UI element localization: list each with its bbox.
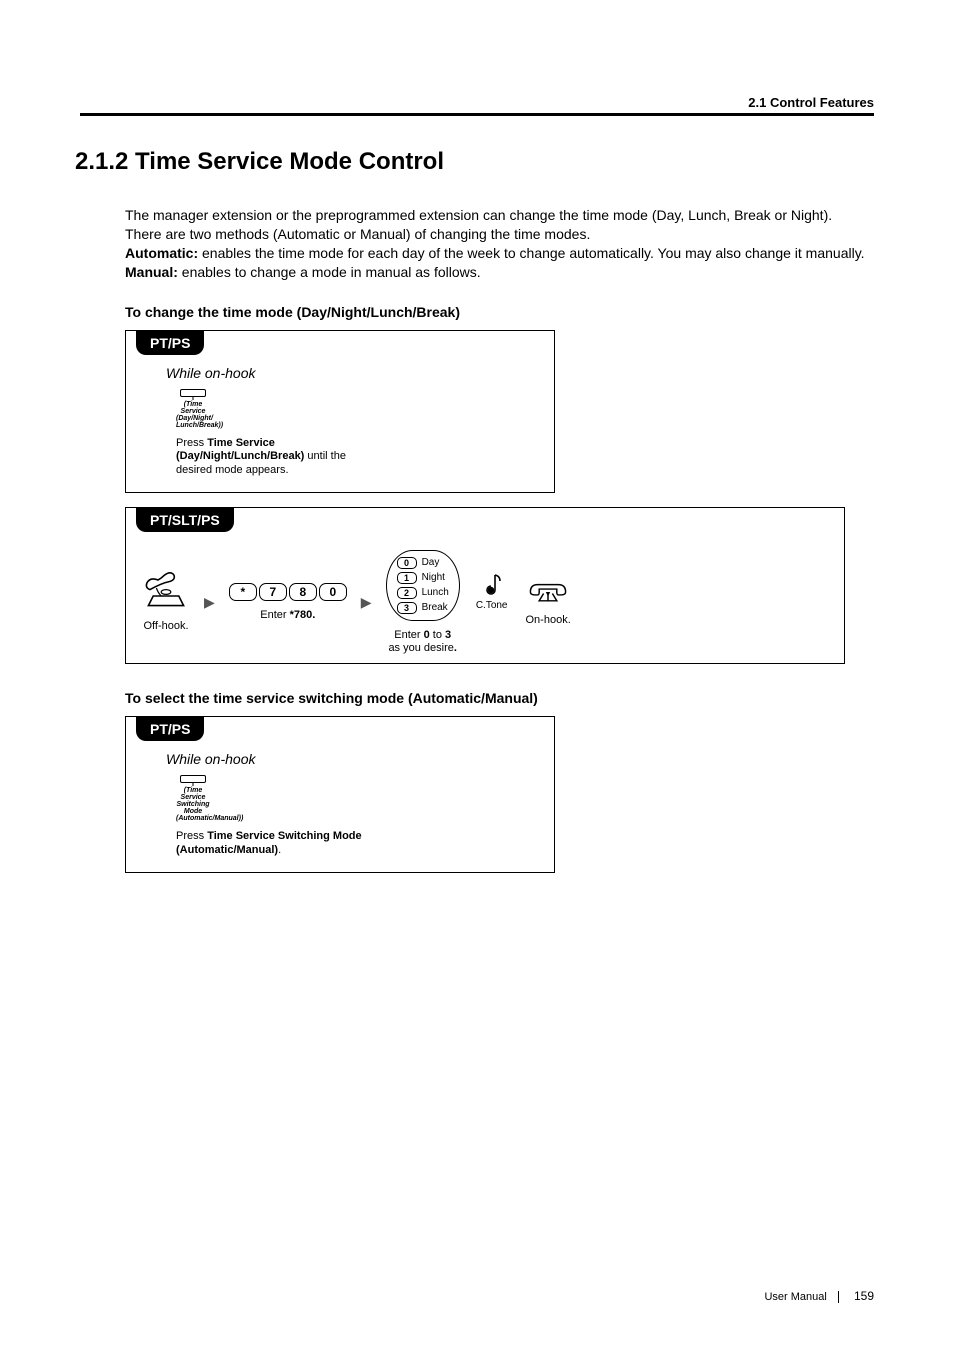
procedure-box-ptsltps: PT/SLT/PS Off-hook. ▶ * 7 8 0 xyxy=(125,507,845,664)
option-break: 3 Break xyxy=(397,602,449,614)
subhead-select-switch: To select the time service switching mod… xyxy=(125,690,879,706)
step-ctone: C.Tone xyxy=(476,572,508,632)
feature-button-icon-1: (Time Service (Day/Night/ Lunch/Break)) xyxy=(176,389,210,429)
press-pre-1: Press xyxy=(176,437,207,449)
enter-code-bold: 780. xyxy=(294,609,315,621)
enter-range-caption: Enter 0 to 3 as you desire. xyxy=(388,629,457,655)
procedure-box-ptps-1: PT/PS While on-hook (Time Service (Day/N… xyxy=(125,330,555,493)
press-pre-2: Press xyxy=(176,830,207,842)
footer-divider xyxy=(838,1291,839,1303)
enter-code-pre: Enter xyxy=(260,609,289,621)
key-star: * xyxy=(229,583,257,601)
minikey-2: 2 xyxy=(397,587,417,599)
range-b2: 3 xyxy=(445,629,451,641)
footer-label: User Manual xyxy=(764,1291,826,1303)
arrow-icon: ▶ xyxy=(200,594,219,611)
ctone-spacer xyxy=(490,619,493,632)
tab-ptps-1: PT/PS xyxy=(136,331,204,355)
key-0: 0 xyxy=(319,583,347,601)
auto-label: Automatic: xyxy=(125,245,198,261)
press-instruction-1: Press Time Service (Day/Night/Lunch/Brea… xyxy=(176,437,346,478)
subhead-change-mode: To change the time mode (Day/Night/Lunch… xyxy=(125,304,879,320)
tab-ptsltps: PT/SLT/PS xyxy=(136,508,234,532)
intro-text: The manager extension or the preprogramm… xyxy=(125,206,869,282)
header-rule xyxy=(80,113,874,116)
option-night: 1 Night xyxy=(397,572,449,584)
option-label-break: Break xyxy=(422,602,448,613)
footer: User Manual 159 xyxy=(764,1289,874,1303)
option-label-night: Night xyxy=(422,572,445,583)
intro-p2: There are two methods (Automatic or Manu… xyxy=(125,226,590,242)
manual-text: enables to change a mode in manual as fo… xyxy=(178,264,481,280)
enter-code-caption: Enter *780. xyxy=(260,609,315,622)
step-enter-code: * 7 8 0 Enter *780. xyxy=(229,583,347,622)
section-title: 2.1.2 Time Service Mode Control xyxy=(75,148,879,176)
offhook-caption: Off-hook. xyxy=(143,620,188,633)
option-label-lunch: Lunch xyxy=(422,587,449,598)
step-onhook: On-hook. xyxy=(526,578,571,627)
offhook-phone-icon xyxy=(142,572,190,612)
key-8: 8 xyxy=(289,583,317,601)
option-oval: 0 Day 1 Night 2 Lunch 3 Break xyxy=(386,550,460,621)
range-pre: Enter xyxy=(394,629,423,641)
breadcrumb: 2.1 Control Features xyxy=(748,95,874,110)
manual-label: Manual: xyxy=(125,264,178,280)
press-instruction-2: Press Time Service Switching Mode (Autom… xyxy=(176,830,376,858)
procedure-box-ptps-2: PT/PS While on-hook (Time Service Switch… xyxy=(125,716,555,873)
ctone-label: C.Tone xyxy=(476,600,508,611)
press-post-2: . xyxy=(278,844,281,856)
option-day: 0 Day xyxy=(397,557,449,569)
page-number: 159 xyxy=(854,1289,874,1303)
minikey-0: 0 xyxy=(397,557,417,569)
onhook-caption: On-hook. xyxy=(526,614,571,627)
auto-text: enables the time mode for each day of th… xyxy=(198,245,864,261)
feature-button-label-1: (Time Service (Day/Night/ Lunch/Break)) xyxy=(176,401,210,429)
option-label-day: Day xyxy=(422,557,440,568)
step-offhook: Off-hook. xyxy=(142,572,190,633)
tab-ptps-2: PT/PS xyxy=(136,717,204,741)
feature-button-label-2: (Time Service Switching Mode (Automatic/… xyxy=(176,787,210,822)
intro-p1: The manager extension or the preprogramm… xyxy=(125,207,832,223)
key-sequence: * 7 8 0 xyxy=(229,583,347,601)
arrow-icon-2: ▶ xyxy=(357,594,376,611)
while-onhook-1: While on-hook xyxy=(166,365,538,381)
while-onhook-2: While on-hook xyxy=(166,751,538,767)
onhook-handset-icon xyxy=(526,578,570,606)
range-l2: as you desire xyxy=(388,642,453,654)
minikey-1: 1 xyxy=(397,572,417,584)
option-lunch: 2 Lunch xyxy=(397,587,449,599)
minikey-3: 3 xyxy=(397,602,417,614)
feature-button-icon-2: (Time Service Switching Mode (Automatic/… xyxy=(176,775,210,822)
key-7: 7 xyxy=(259,583,287,601)
step-choose-option: 0 Day 1 Night 2 Lunch 3 Break Enter 0 to 3 a… xyxy=(386,550,460,655)
music-note-icon xyxy=(481,572,503,598)
range-mid: to xyxy=(430,629,445,641)
